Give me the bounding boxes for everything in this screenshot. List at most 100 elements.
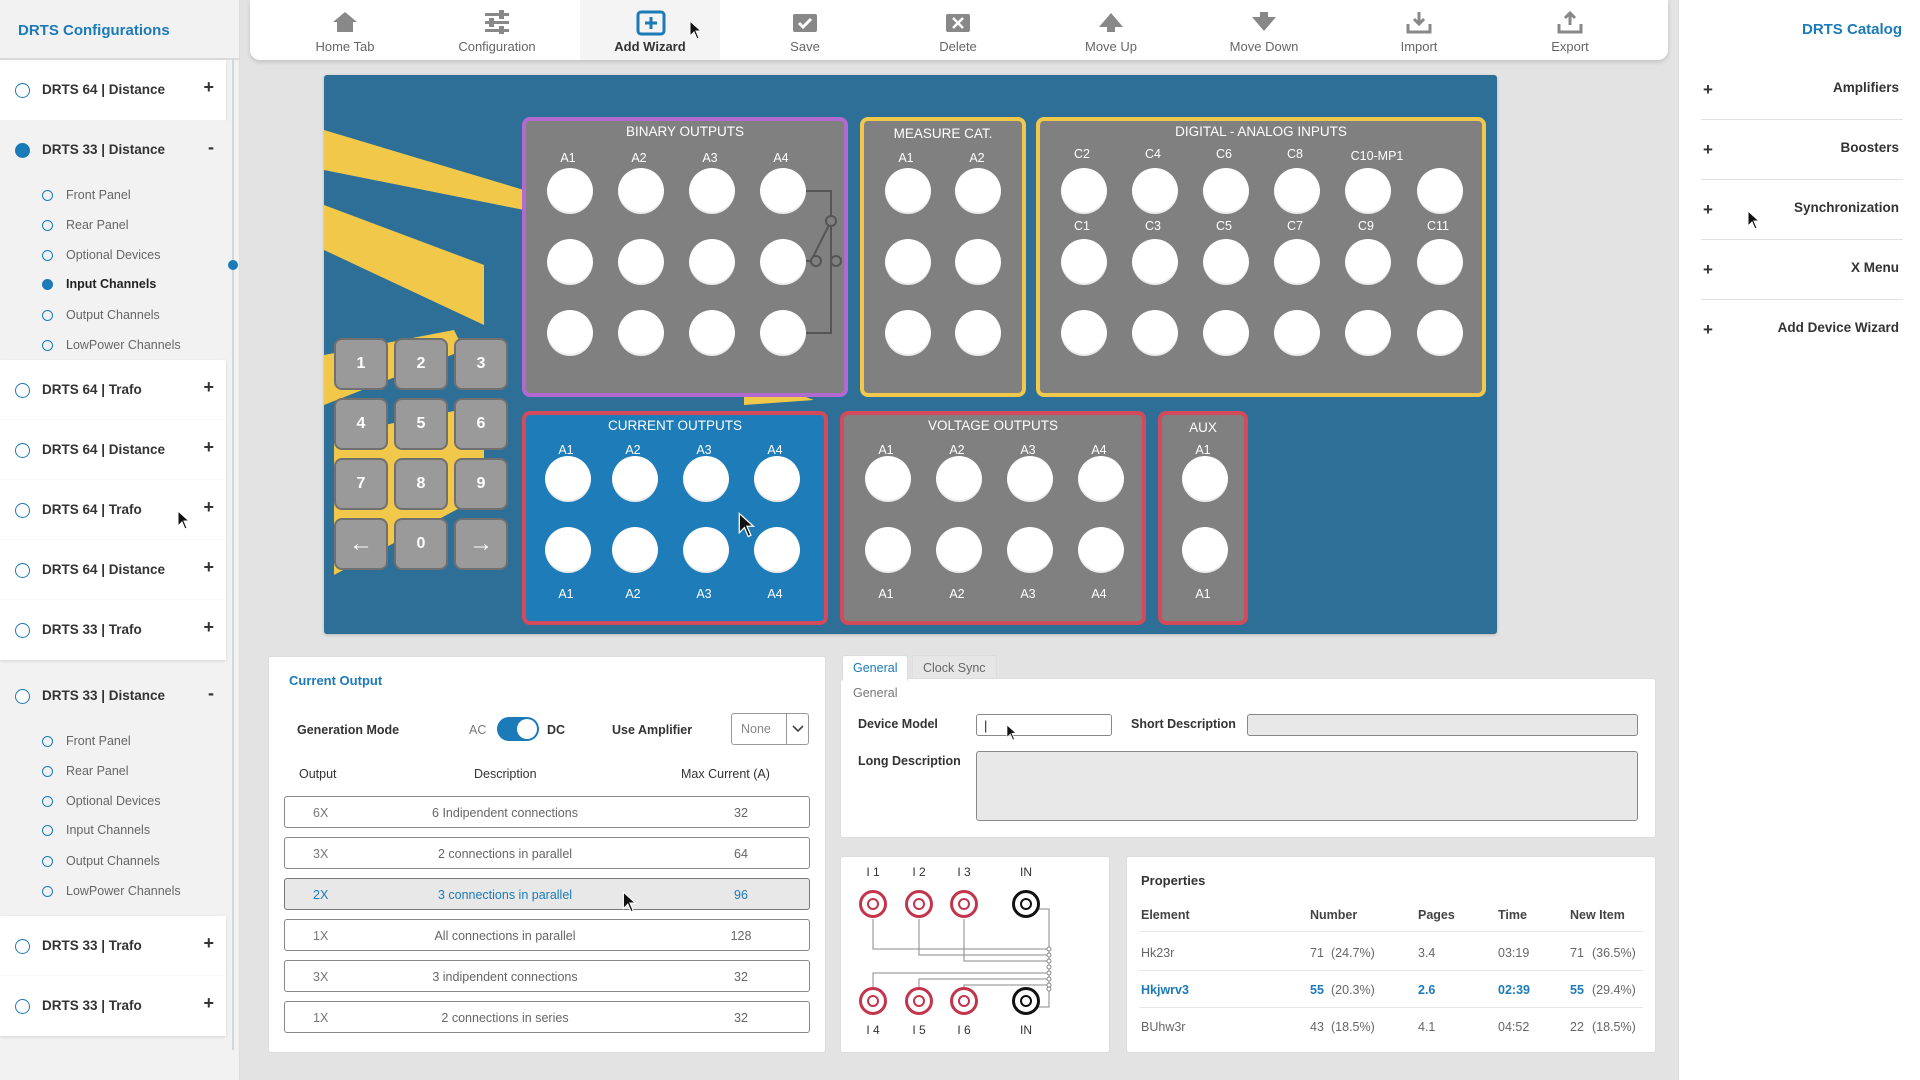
current-output-socket[interactable] <box>683 527 729 573</box>
add-wizard-button[interactable]: Add Wizard <box>580 0 720 60</box>
input-socket[interactable] <box>1417 310 1463 356</box>
import-button[interactable]: Import <box>1349 0 1489 60</box>
binary-output-socket[interactable] <box>547 310 593 356</box>
radio-icon[interactable] <box>15 999 30 1014</box>
radio-icon[interactable] <box>42 279 53 290</box>
arrow-left-icon[interactable]: ← <box>334 518 388 570</box>
radio-icon[interactable] <box>15 143 30 158</box>
delete-button[interactable]: Delete <box>888 0 1028 60</box>
radio-icon[interactable] <box>42 220 53 231</box>
radio-icon[interactable] <box>42 886 53 897</box>
binary-output-socket[interactable] <box>689 310 735 356</box>
keypad-key[interactable]: 3 <box>454 338 508 390</box>
keypad-key[interactable]: 7 <box>334 458 388 510</box>
config-group[interactable]: DRTS 33 | Trafo + <box>0 976 226 1036</box>
current-output-socket[interactable] <box>545 456 591 502</box>
configuration-button[interactable]: Configuration <box>427 0 567 60</box>
terminal-connector[interactable] <box>905 890 933 918</box>
aux-socket[interactable] <box>1182 456 1228 502</box>
collapse-icon[interactable]: - <box>208 683 214 704</box>
radio-icon[interactable] <box>42 825 53 836</box>
expand-icon[interactable]: + <box>203 557 214 578</box>
current-output-socket[interactable] <box>612 456 658 502</box>
input-socket[interactable] <box>1345 168 1391 214</box>
input-socket[interactable] <box>1203 239 1249 285</box>
radio-icon[interactable] <box>42 340 53 351</box>
table-row-selected[interactable]: 2X 3 connections in parallel 96 <box>284 878 810 910</box>
device-model-input[interactable]: | <box>976 714 1112 736</box>
config-group[interactable]: DRTS 64 | Distance + <box>0 60 226 120</box>
tab-general[interactable]: General <box>842 655 909 681</box>
input-socket[interactable] <box>1417 168 1463 214</box>
measure-socket[interactable] <box>885 310 931 356</box>
keypad-key[interactable]: 8 <box>394 458 448 510</box>
current-output-socket[interactable] <box>545 527 591 573</box>
catalog-item-synchronization[interactable]: + Synchronization <box>1701 180 1903 240</box>
voltage-output-socket[interactable] <box>865 456 911 502</box>
binary-output-socket[interactable] <box>689 239 735 285</box>
catalog-item-boosters[interactable]: + Boosters <box>1701 120 1903 180</box>
terminal-connector[interactable] <box>950 890 978 918</box>
current-output-socket[interactable] <box>612 527 658 573</box>
tab-clock-sync[interactable]: Clock Sync <box>912 655 997 680</box>
input-socket[interactable] <box>1417 239 1463 285</box>
catalog-item-x-menu[interactable]: + X Menu <box>1701 240 1903 300</box>
input-socket[interactable] <box>1274 239 1320 285</box>
aux-socket[interactable] <box>1182 527 1228 573</box>
input-socket[interactable] <box>1203 310 1249 356</box>
expand-icon[interactable]: + <box>203 497 214 518</box>
binary-output-socket[interactable] <box>618 310 664 356</box>
radio-icon[interactable] <box>42 250 53 261</box>
measure-socket[interactable] <box>885 168 931 214</box>
terminal-connector[interactable] <box>1012 890 1040 918</box>
keypad-key[interactable]: 6 <box>454 398 508 450</box>
input-socket[interactable] <box>1061 310 1107 356</box>
radio-icon[interactable] <box>15 83 30 98</box>
radio-icon[interactable] <box>42 766 53 777</box>
keypad-key[interactable]: 2 <box>394 338 448 390</box>
radio-icon[interactable] <box>15 563 30 578</box>
voltage-output-socket[interactable] <box>1078 527 1124 573</box>
expand-icon[interactable]: + <box>203 77 214 98</box>
measure-socket[interactable] <box>955 168 1001 214</box>
keypad-key[interactable]: 5 <box>394 398 448 450</box>
radio-icon[interactable] <box>42 856 53 867</box>
binary-output-socket[interactable] <box>618 239 664 285</box>
radio-icon[interactable] <box>42 190 53 201</box>
config-group[interactable]: DRTS 64 | Trafo + <box>0 360 226 420</box>
keypad-key[interactable]: 4 <box>334 398 388 450</box>
input-socket[interactable] <box>1061 168 1107 214</box>
plus-icon[interactable]: + <box>1703 320 1713 340</box>
chevron-down-icon[interactable] <box>786 714 808 744</box>
amplifier-select[interactable]: None <box>731 713 809 745</box>
measure-socket[interactable] <box>885 239 931 285</box>
table-row[interactable]: 1X 2 connections in series 32 <box>284 1001 810 1033</box>
expand-icon[interactable]: + <box>203 437 214 458</box>
input-socket[interactable] <box>1274 310 1320 356</box>
radio-icon[interactable] <box>15 623 30 638</box>
binary-output-socket[interactable] <box>547 239 593 285</box>
table-row[interactable]: 6X 6 Indipendent connections 32 <box>284 796 810 828</box>
radio-icon[interactable] <box>15 939 30 954</box>
terminal-connector[interactable] <box>1012 987 1040 1015</box>
terminal-connector[interactable] <box>950 987 978 1015</box>
binary-output-socket[interactable] <box>760 239 806 285</box>
terminal-connector[interactable] <box>905 987 933 1015</box>
plus-icon[interactable]: + <box>1703 140 1713 160</box>
voltage-output-socket[interactable] <box>936 527 982 573</box>
voltage-output-socket[interactable] <box>865 527 911 573</box>
ac-dc-toggle[interactable] <box>497 717 539 741</box>
expand-icon[interactable]: + <box>203 377 214 398</box>
arrow-right-icon[interactable]: → <box>454 518 508 570</box>
voltage-output-socket[interactable] <box>1078 456 1124 502</box>
expand-icon[interactable]: + <box>203 933 214 954</box>
radio-icon[interactable] <box>42 736 53 747</box>
radio-icon[interactable] <box>42 310 53 321</box>
binary-output-socket[interactable] <box>760 310 806 356</box>
terminal-connector[interactable] <box>859 987 887 1015</box>
input-socket[interactable] <box>1203 168 1249 214</box>
input-socket[interactable] <box>1274 168 1320 214</box>
home-tab-button[interactable]: Home Tab <box>275 0 415 60</box>
current-output-socket[interactable] <box>754 527 800 573</box>
config-group[interactable]: DRTS 33 | Trafo + <box>0 916 226 976</box>
